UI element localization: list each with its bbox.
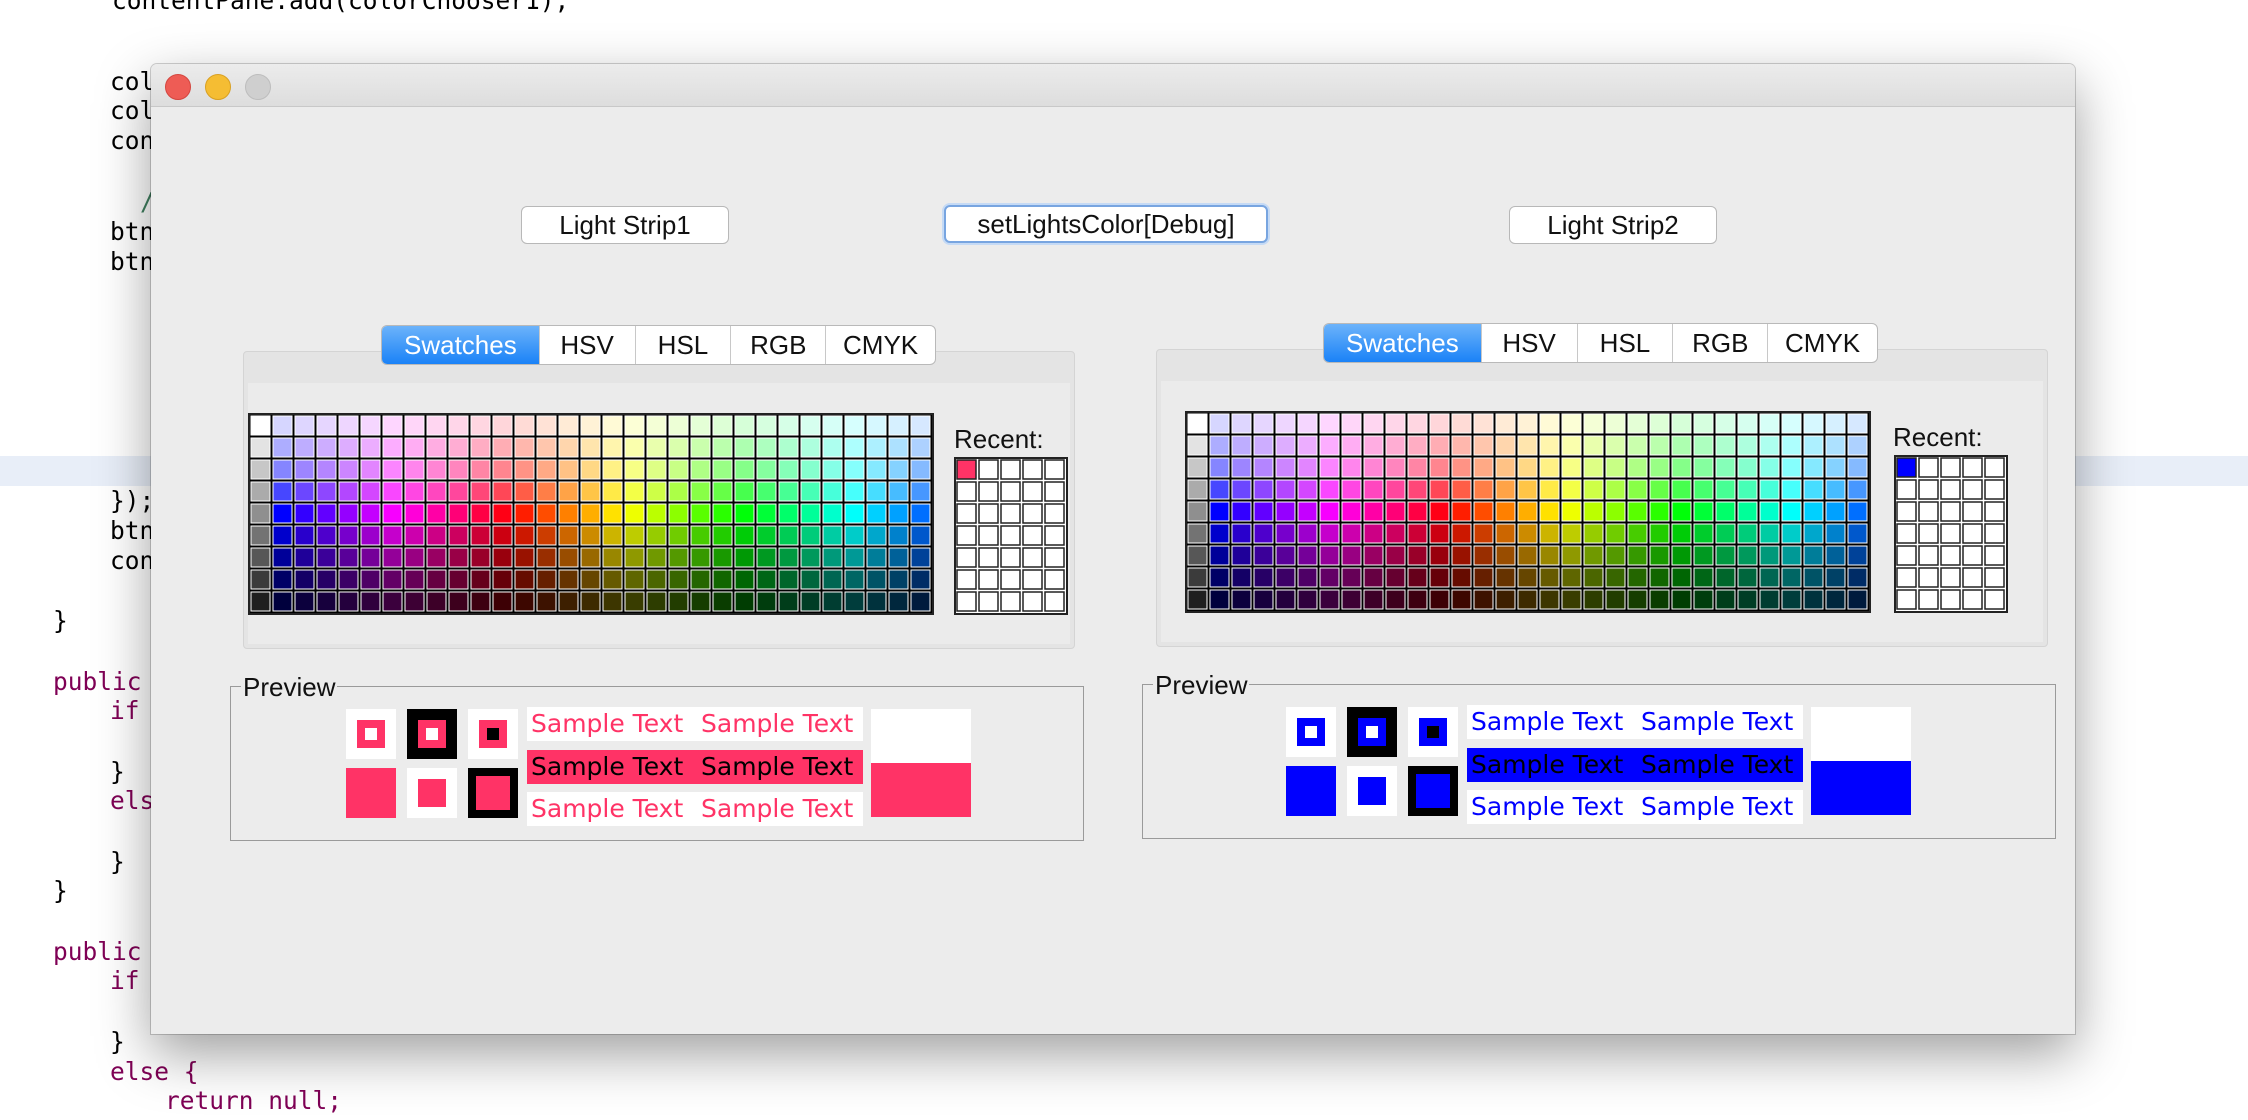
sample-text: Sample Text xyxy=(1471,792,1624,821)
preview-square-center xyxy=(487,728,499,740)
preview-old-color xyxy=(871,709,971,763)
light-strip1-button[interactable]: Light Strip1 xyxy=(521,206,729,244)
tab-rgb[interactable]: RGB xyxy=(1672,324,1767,362)
sample-text: Sample Text xyxy=(1641,707,1794,736)
code-line: btn xyxy=(110,516,155,545)
sample-text: Sample Text xyxy=(701,752,854,781)
swatch-grid[interactable] xyxy=(248,413,934,615)
code-line: con xyxy=(110,546,155,575)
app-window: Light Strip1 setLightsColor[Debug] Light… xyxy=(151,64,2075,1034)
recent-label: Recent: xyxy=(954,424,1044,454)
tab-cmyk[interactable]: CMYK xyxy=(1767,324,1877,362)
preview-swatches: Sample Text Sample Text Sample Text Sample … xyxy=(1143,685,2055,838)
light-strip2-button[interactable]: Light Strip2 xyxy=(1509,206,1717,244)
swatch-grid[interactable] xyxy=(1185,411,1871,613)
zoom-window-button[interactable] xyxy=(245,74,271,100)
tab-swatches[interactable]: Swatches xyxy=(382,326,539,364)
code-line: contentPane.add(colorChooser1); xyxy=(112,0,570,15)
code-line: } xyxy=(53,876,68,905)
code-line: public xyxy=(53,937,142,966)
tab-swatches[interactable]: Swatches xyxy=(1324,324,1481,362)
code-line: }); xyxy=(110,486,155,515)
code-line: } xyxy=(53,606,68,635)
preview-new-color xyxy=(1811,761,1911,815)
sample-text-row: Sample Text Sample Text xyxy=(1467,705,1803,739)
code-line: return null; xyxy=(165,1086,343,1115)
preview-old-color xyxy=(1811,707,1911,761)
code-line: public xyxy=(53,667,142,696)
sample-text-row: Sample Text Sample Text xyxy=(527,707,863,741)
tab-rgb[interactable]: RGB xyxy=(730,326,825,364)
sample-text: Sample Text xyxy=(1641,750,1794,779)
code-line: if xyxy=(110,696,140,725)
recent-swatches[interactable] xyxy=(1894,455,2008,613)
sample-text: Sample Text xyxy=(531,709,684,738)
tab-hsl[interactable]: HSL xyxy=(1576,324,1673,362)
preview-square-center xyxy=(365,728,377,740)
minimize-window-button[interactable] xyxy=(205,74,231,100)
sample-text: Sample Text xyxy=(701,794,854,823)
code-line: } xyxy=(110,1027,125,1056)
sample-text-row: Sample Text Sample Text xyxy=(527,792,863,826)
code-line: } xyxy=(110,757,125,786)
close-window-button[interactable] xyxy=(165,74,191,100)
sample-text: Sample Text xyxy=(531,752,684,781)
code-line: els xyxy=(110,786,155,815)
sample-text: Sample Text xyxy=(1471,707,1624,736)
code-line: col xyxy=(110,67,155,96)
title-bar[interactable] xyxy=(151,64,2075,107)
chooser-2-tabs: Swatches HSV HSL RGB CMYK xyxy=(1323,323,1878,363)
tab-cmyk[interactable]: CMYK xyxy=(825,326,935,364)
preview-square-color xyxy=(346,768,396,818)
preview-square-color xyxy=(1416,774,1450,808)
preview-square-color xyxy=(1286,766,1336,816)
preview-panel: Preview Sample Text Sample Text Sample Tex… xyxy=(1142,670,2056,839)
sample-text-row: Sample Text Sample Text xyxy=(1467,748,1803,782)
preview-square-color xyxy=(476,776,510,810)
tab-hsv[interactable]: HSV xyxy=(538,326,635,364)
preview-square-center xyxy=(1427,726,1439,738)
preview-swatches: Sample Text Sample Text Sample Text Sample … xyxy=(231,687,1083,840)
preview-square-color xyxy=(1358,777,1386,805)
preview-square-center xyxy=(1305,726,1317,738)
code-line: col xyxy=(110,96,155,125)
recent-swatches[interactable] xyxy=(954,457,1068,615)
sample-text: Sample Text xyxy=(701,709,854,738)
code-line: con xyxy=(110,126,155,155)
set-lights-color-debug-button[interactable]: setLightsColor[Debug] xyxy=(944,205,1268,243)
preview-new-color xyxy=(871,763,971,817)
code-line: } xyxy=(110,847,125,876)
code-line: else { xyxy=(110,1057,199,1086)
recent-label: Recent: xyxy=(1893,422,1983,452)
sample-text-row: Sample Text Sample Text xyxy=(1467,790,1803,824)
code-line: btn xyxy=(110,217,155,246)
tab-hsv[interactable]: HSV xyxy=(1480,324,1577,362)
sample-text: Sample Text xyxy=(531,794,684,823)
preview-panel: Preview Sample Text Sample Text Sample Tex… xyxy=(230,672,1084,841)
sample-text-row: Sample Text Sample Text xyxy=(527,750,863,784)
tab-hsl[interactable]: HSL xyxy=(634,326,731,364)
sample-text: Sample Text xyxy=(1471,750,1624,779)
preview-square-center xyxy=(1366,726,1378,738)
preview-square-center xyxy=(426,728,438,740)
chooser-1-tabs: Swatches HSV HSL RGB CMYK xyxy=(381,325,936,365)
code-line: if xyxy=(110,966,140,995)
preview-square-color xyxy=(418,779,446,807)
code-line: btn xyxy=(110,247,155,276)
sample-text: Sample Text xyxy=(1641,792,1794,821)
